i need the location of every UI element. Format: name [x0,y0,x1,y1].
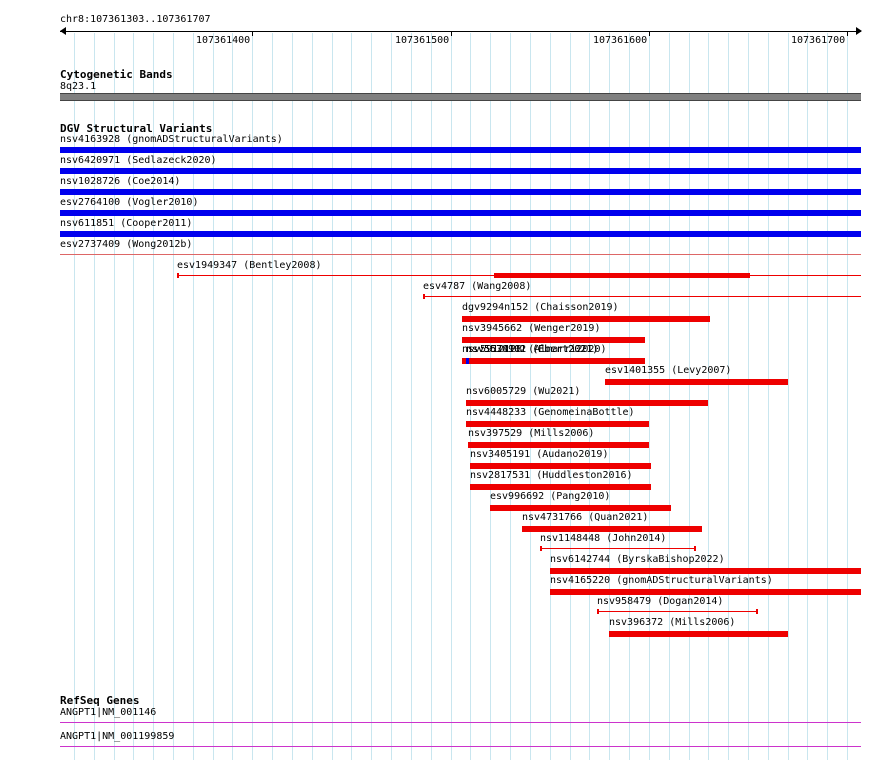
dgv-feature-label: nsv2817531 (Huddleston2016) [470,470,633,481]
dgv-feature-endcap [423,294,425,299]
grid-line [827,33,828,760]
dgv-feature-bar[interactable] [605,379,788,385]
dgv-feature-bar[interactable] [466,358,645,364]
grid-line [411,33,412,760]
grid-line [589,33,590,760]
dgv-feature-bar[interactable] [466,400,708,406]
dgv-feature-line[interactable] [540,548,694,549]
cytoband-bar[interactable] [60,93,861,101]
dgv-gain-bar[interactable] [60,189,861,195]
grid-line [708,33,709,760]
dgv-feature-label: esv2737409 (Wong2012b) [60,239,193,250]
grid-line [332,33,333,760]
dgv-feature-bar[interactable] [470,484,651,490]
gene-label: ANGPT1|NM_001146 [60,707,157,718]
dgv-feature-bar[interactable] [550,568,861,574]
dgv-feature-bar[interactable] [522,526,702,532]
dgv-feature-label: nsv6420971 (Sedlazeck2020) [60,155,217,166]
cytoband-label: 8q23.1 [60,81,97,92]
dgv-feature-bar[interactable] [490,505,671,511]
dgv-feature-bar[interactable] [462,337,645,343]
scroll-left-arrow-icon[interactable] [60,27,66,35]
grid-line [451,33,452,760]
dgv-gain-bar[interactable] [60,231,861,237]
dgv-feature-endcap [597,609,599,614]
grid-line [649,33,650,760]
grid-line [629,33,630,760]
grid-line [788,33,789,760]
dgv-feature-line[interactable] [597,611,756,612]
dgv-feature-label: nsv1148448 (John2014) [540,533,667,544]
ruler-tick-label: 107361700 [791,35,846,46]
locus-label: chr8:107361303..107361707 [60,14,211,25]
dgv-feature-endcap [177,273,179,278]
dgv-feature-label: esv1401355 (Levy2007) [605,365,732,376]
dgv-feature-bar[interactable] [462,316,710,322]
dgv-feature-bar[interactable] [550,589,861,595]
ruler-tick [252,31,253,36]
grid-line [728,33,729,760]
dgv-feature-label: nsv611851 (Cooper2011) [60,218,193,229]
dgv-feature-label: nsv396372 (Mills2006) [609,617,736,628]
dgv-feature-endcap [756,609,758,614]
grid-line [431,33,432,760]
dgv-feature-line[interactable] [423,296,861,297]
ruler-axis [60,31,861,32]
dgv-feature-label: dgv9294n152 (Chaisson2019) [462,302,619,313]
dgv-feature-label: nsv958479 (Dogan2014) [597,596,724,607]
dgv-gain-bar[interactable] [60,210,861,216]
dgv-feature-label: esv2764100 (Vogler2010) [60,197,199,208]
dgv-feature-label: nsv3405191 (Audano2019) [470,449,609,460]
dgv-feature-bar[interactable] [494,273,750,278]
ruler-tick-label: 107361400 [196,35,251,46]
dgv-loss-line[interactable] [60,254,861,255]
grid-line [391,33,392,760]
dgv-feature-label: nsv6142744 (ByrskaBishop2022) [550,554,725,565]
scroll-right-arrow-icon[interactable] [856,27,862,35]
refseq-track-title: RefSeq Genes [60,694,140,707]
grid-line [689,33,690,760]
dgv-feature-label: esv4787 (Wang2008) [423,281,532,292]
grid-line [351,33,352,760]
dgv-gain-bar[interactable] [60,147,861,153]
gene-label: ANGPT1|NM_001199859 [60,731,175,742]
dgv-feature-label: nsv4163928 (gnomADStructuralVariants) [60,134,283,145]
grid-line [768,33,769,760]
genome-browser-view[interactable]: chr8:107361303..107361707 Cytogenetic Ba… [0,0,890,760]
ruler-tick [451,31,452,36]
cytoband-track-title: Cytogenetic Bands [60,68,173,81]
dgv-feature-label: nsv5634901 (Ebert2021) [466,344,599,355]
dgv-feature-endcap [540,546,542,551]
dgv-feature-label: nsv4448233 (GenomeinaBottle) [466,407,635,418]
dgv-feature-label: nsv397529 (Mills2006) [468,428,595,439]
dgv-feature-label: esv1949347 (Bentley2008) [177,260,322,271]
grid-line [669,33,670,760]
gene-track-line[interactable] [60,746,861,747]
dgv-feature-endcap [694,546,696,551]
dgv-feature-label: nsv4165220 (gnomADStructuralVariants) [550,575,773,586]
ruler-tick [649,31,650,36]
grid-line [847,33,848,760]
ruler-tick [847,31,848,36]
grid-line [371,33,372,760]
dgv-feature-bar[interactable] [470,463,651,469]
gene-track-line[interactable] [60,722,861,723]
dgv-feature-bar[interactable] [609,631,788,637]
ruler-tick-label: 107361600 [593,35,648,46]
dgv-feature-label: esv996692 (Pang2010) [490,491,611,502]
grid-line [312,33,313,760]
dgv-feature-label: nsv3945662 (Wenger2019) [462,323,601,334]
grid-line [748,33,749,760]
dgv-feature-bar[interactable] [466,421,649,427]
dgv-feature-label: nsv6005729 (Wu2021) [466,386,581,397]
grid-line [609,33,610,760]
dgv-feature-label: nsv4731766 (Quan2021) [522,512,649,523]
grid-line [292,33,293,760]
dgv-feature-bar[interactable] [466,358,469,364]
ruler-tick-label: 107361500 [395,35,450,46]
dgv-feature-label: nsv1028726 (Coe2014) [60,176,181,187]
grid-line [807,33,808,760]
dgv-feature-bar[interactable] [468,442,649,448]
dgv-gain-bar[interactable] [60,168,861,174]
